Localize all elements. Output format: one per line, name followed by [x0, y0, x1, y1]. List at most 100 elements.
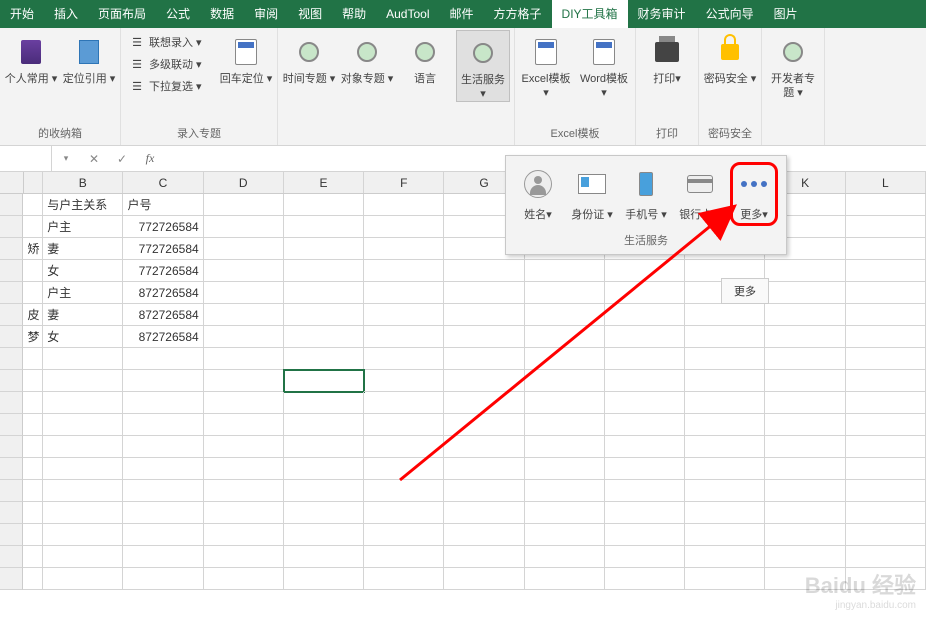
- cell[interactable]: 772726584: [123, 260, 203, 282]
- cell[interactable]: [123, 458, 203, 480]
- cell[interactable]: [364, 326, 444, 348]
- cell[interactable]: [284, 216, 364, 238]
- row-header[interactable]: [0, 260, 23, 282]
- row-header[interactable]: [0, 502, 23, 524]
- cell[interactable]: [685, 524, 765, 546]
- cell[interactable]: [23, 194, 43, 216]
- cell[interactable]: [204, 282, 284, 304]
- cell[interactable]: [525, 370, 605, 392]
- fx-button[interactable]: fx: [136, 146, 164, 171]
- cell[interactable]: [284, 326, 364, 348]
- cell[interactable]: [765, 480, 845, 502]
- cell[interactable]: [364, 392, 444, 414]
- cell[interactable]: [685, 414, 765, 436]
- cell[interactable]: [444, 480, 524, 502]
- cell[interactable]: [685, 348, 765, 370]
- cell[interactable]: [765, 458, 845, 480]
- cell[interactable]: [846, 502, 926, 524]
- tab-formula[interactable]: 公式: [156, 0, 200, 28]
- cell[interactable]: [364, 414, 444, 436]
- row-header[interactable]: [0, 546, 23, 568]
- cell[interactable]: [364, 238, 444, 260]
- cell[interactable]: [364, 480, 444, 502]
- cell[interactable]: [605, 282, 685, 304]
- cell[interactable]: [444, 502, 524, 524]
- cell[interactable]: [605, 480, 685, 502]
- cell[interactable]: [364, 216, 444, 238]
- cell[interactable]: [765, 370, 845, 392]
- col-C[interactable]: C: [123, 172, 203, 193]
- excel-template-button[interactable]: Excel模板 ▾: [519, 30, 573, 100]
- cell[interactable]: [444, 392, 524, 414]
- cell[interactable]: [204, 436, 284, 458]
- cell[interactable]: [685, 392, 765, 414]
- cell[interactable]: [525, 502, 605, 524]
- cell[interactable]: [43, 458, 123, 480]
- cell[interactable]: [364, 282, 444, 304]
- password-button[interactable]: 密码安全 ▾: [703, 30, 757, 86]
- cell[interactable]: [765, 282, 845, 304]
- cell[interactable]: [846, 392, 926, 414]
- cell[interactable]: [284, 194, 364, 216]
- cell[interactable]: [284, 502, 364, 524]
- col-B[interactable]: B: [43, 172, 123, 193]
- cell[interactable]: [284, 392, 364, 414]
- cell[interactable]: [685, 546, 765, 568]
- cell[interactable]: [605, 436, 685, 458]
- cell[interactable]: [846, 370, 926, 392]
- cell[interactable]: [765, 546, 845, 568]
- cell[interactable]: [685, 568, 765, 590]
- cell[interactable]: [43, 370, 123, 392]
- cell[interactable]: [204, 194, 284, 216]
- tab-view[interactable]: 视图: [288, 0, 332, 28]
- cell[interactable]: [364, 304, 444, 326]
- cell[interactable]: [846, 480, 926, 502]
- cell[interactable]: [765, 502, 845, 524]
- cell[interactable]: [364, 260, 444, 282]
- cell[interactable]: [685, 502, 765, 524]
- cell[interactable]: 772726584: [123, 238, 203, 260]
- cell[interactable]: [444, 524, 524, 546]
- accept-formula-button[interactable]: ✓: [108, 146, 136, 171]
- cell[interactable]: [204, 304, 284, 326]
- cell[interactable]: [846, 282, 926, 304]
- cell[interactable]: [846, 458, 926, 480]
- cell[interactable]: [123, 546, 203, 568]
- cell[interactable]: [525, 524, 605, 546]
- tab-review[interactable]: 审阅: [244, 0, 288, 28]
- row-header[interactable]: [0, 194, 23, 216]
- row-header[interactable]: [0, 216, 23, 238]
- cell[interactable]: [605, 392, 685, 414]
- multi-link-button[interactable]: ☰多级联动 ▾: [125, 54, 215, 74]
- object-topic-button[interactable]: 对象专题 ▾: [340, 30, 394, 86]
- cell[interactable]: [123, 436, 203, 458]
- tab-mail[interactable]: 邮件: [440, 0, 484, 28]
- row-header[interactable]: [0, 436, 23, 458]
- cell[interactable]: [364, 370, 444, 392]
- cell[interactable]: [204, 568, 284, 590]
- cell[interactable]: [284, 568, 364, 590]
- cell[interactable]: [444, 370, 524, 392]
- cell[interactable]: 872726584: [123, 282, 203, 304]
- cell[interactable]: [444, 546, 524, 568]
- cell[interactable]: [204, 348, 284, 370]
- cell[interactable]: [23, 436, 43, 458]
- cell[interactable]: [605, 370, 685, 392]
- cell[interactable]: [284, 546, 364, 568]
- cell[interactable]: [204, 502, 284, 524]
- cell[interactable]: [605, 304, 685, 326]
- cell[interactable]: [23, 458, 43, 480]
- cell[interactable]: [364, 194, 444, 216]
- tab-audtool[interactable]: AudTool: [376, 0, 439, 28]
- cell[interactable]: [765, 524, 845, 546]
- cell[interactable]: 户号: [123, 194, 203, 216]
- cell[interactable]: [605, 326, 685, 348]
- print-button[interactable]: 打印▾: [640, 30, 694, 86]
- cell[interactable]: [765, 348, 845, 370]
- cell[interactable]: 与户主关系: [43, 194, 123, 216]
- cell[interactable]: 女: [43, 260, 123, 282]
- cell[interactable]: [284, 238, 364, 260]
- cell[interactable]: [123, 502, 203, 524]
- cell[interactable]: [23, 216, 43, 238]
- tab-data[interactable]: 数据: [200, 0, 244, 28]
